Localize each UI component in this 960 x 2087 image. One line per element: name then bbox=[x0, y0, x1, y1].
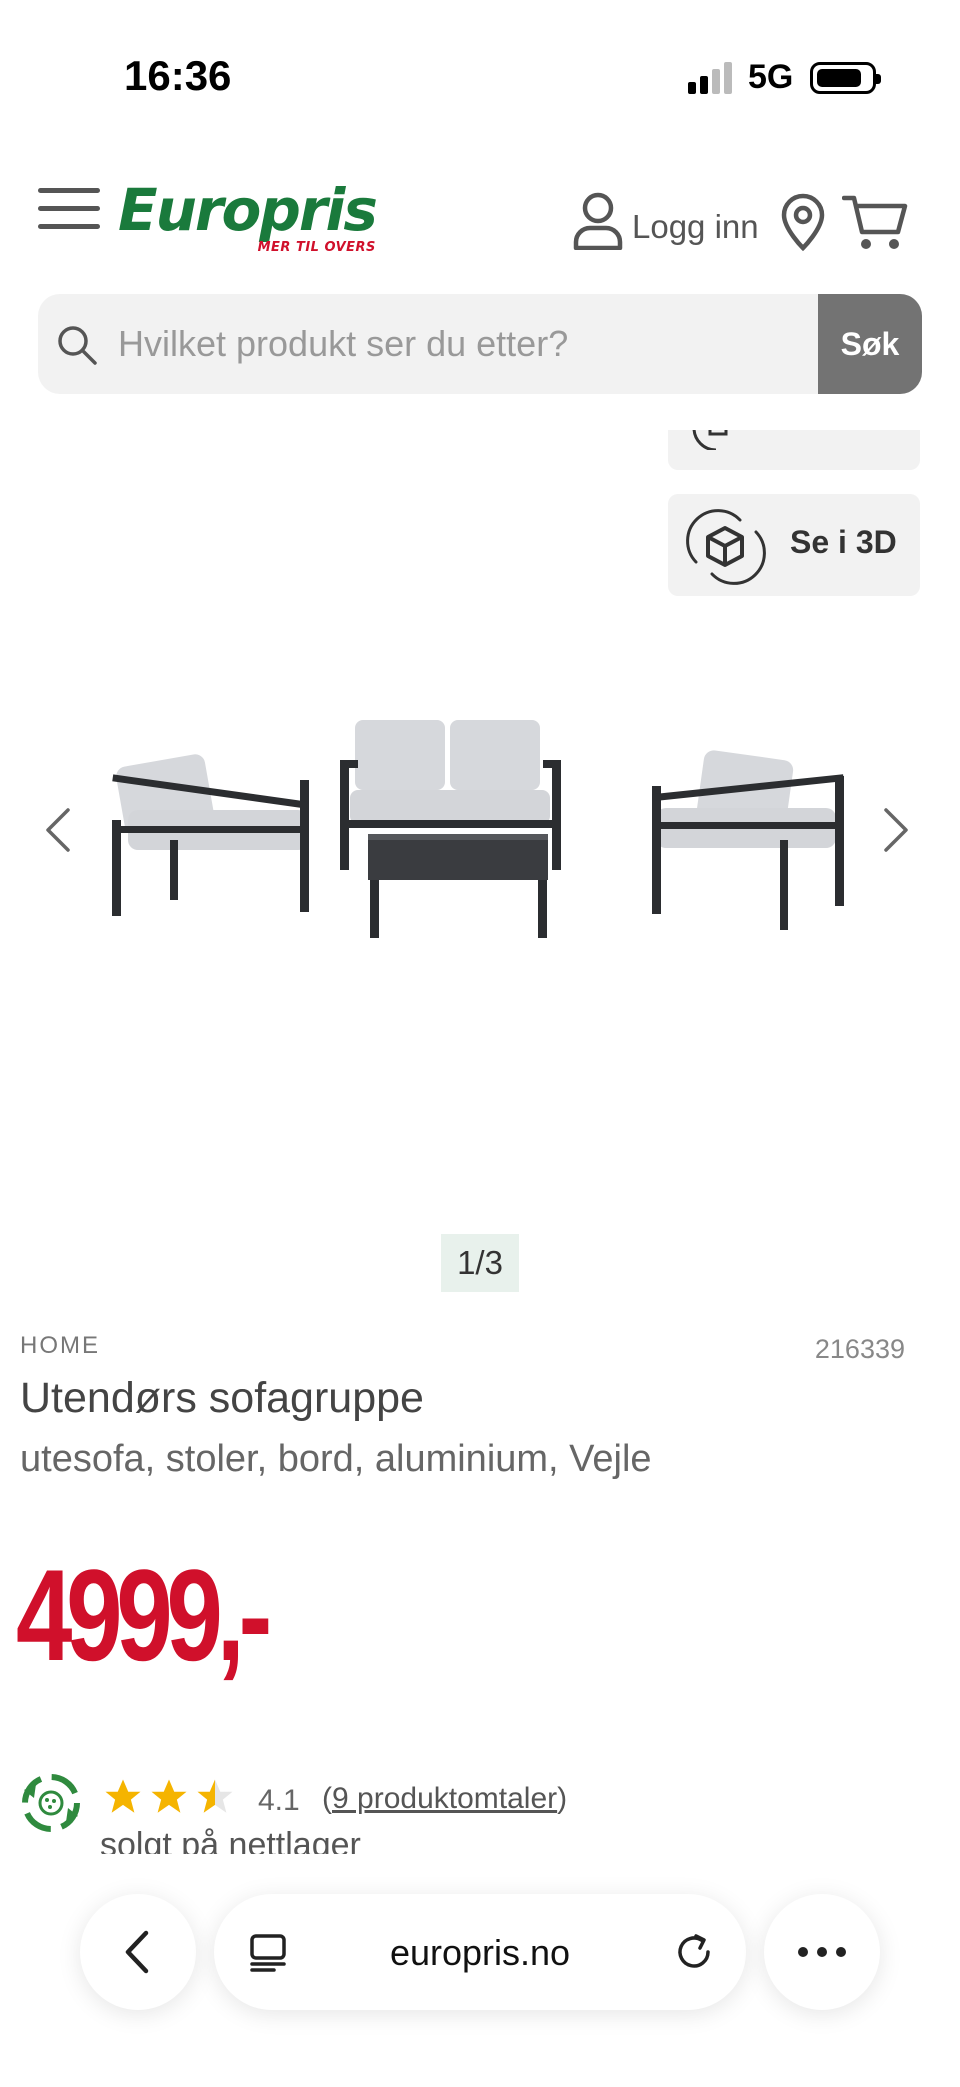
eco-recycle-icon bbox=[22, 1774, 80, 1832]
logo-tagline: MER TIL OVERS bbox=[257, 240, 376, 255]
rating-value: 4.1 bbox=[258, 1784, 300, 1817]
logo-text: Europris bbox=[118, 176, 378, 244]
reviews-link-label: 9 produktomtaler bbox=[332, 1782, 558, 1815]
user-icon bbox=[573, 192, 623, 250]
left-armchair bbox=[112, 754, 309, 916]
rating-stars[interactable] bbox=[102, 1776, 240, 1818]
right-armchair bbox=[652, 750, 844, 930]
cube-3d-icon bbox=[686, 509, 766, 585]
reviews-paren-open: ( bbox=[322, 1782, 332, 1815]
product-subtitle: utesofa, stoler, bord, aluminium, Vejle bbox=[20, 1438, 652, 1480]
view-3d-button[interactable]: Se i 3D bbox=[668, 494, 920, 596]
star-half-icon bbox=[197, 1779, 233, 1813]
search-input[interactable] bbox=[118, 294, 838, 394]
login-button[interactable]: Logg inn bbox=[572, 190, 759, 250]
gallery-counter: 1/3 bbox=[441, 1234, 519, 1292]
product-brand[interactable]: HOME bbox=[20, 1332, 100, 1360]
location-pin-icon[interactable] bbox=[780, 192, 826, 252]
stock-status-text: solgt på nettlager bbox=[100, 1826, 361, 1854]
search-bar: Søk bbox=[38, 294, 922, 394]
battery-icon bbox=[810, 62, 881, 94]
cellular-signal-icon bbox=[688, 62, 736, 94]
gallery-next-arrow-icon[interactable] bbox=[876, 800, 916, 860]
status-time: 16:36 bbox=[124, 52, 232, 99]
chevron-left-icon bbox=[125, 1930, 149, 1974]
product-image-sofa-set[interactable] bbox=[100, 700, 860, 960]
reviews-link[interactable]: (9 produktomtaler) bbox=[322, 1782, 567, 1816]
coffee-table bbox=[368, 834, 548, 938]
more-options-button[interactable] bbox=[764, 1894, 880, 2010]
login-label: Logg inn bbox=[632, 208, 759, 245]
browser-toolbar: europris.no bbox=[0, 1876, 960, 2087]
view-3d-label: Se i 3D bbox=[790, 524, 897, 560]
status-bar: 16:36 5G bbox=[0, 0, 960, 150]
star-full-icon bbox=[105, 1779, 141, 1813]
network-type: 5G bbox=[748, 58, 794, 96]
product-price: 4999,- bbox=[16, 1542, 272, 1688]
url-text: europris.no bbox=[389, 1932, 571, 1973]
reviews-paren-close: ) bbox=[557, 1782, 568, 1815]
search-button[interactable]: Søk bbox=[818, 294, 922, 394]
menu-icon[interactable] bbox=[38, 186, 100, 232]
product-title: Utendørs sofagruppe bbox=[20, 1374, 424, 1422]
star-full-icon bbox=[151, 1779, 187, 1813]
browser-back-button[interactable] bbox=[80, 1894, 196, 2010]
product-sku: 216339 bbox=[814, 1334, 905, 1364]
europris-logo[interactable]: Europris MER TIL OVERS bbox=[118, 176, 378, 255]
cart-icon[interactable] bbox=[842, 192, 908, 252]
address-bar[interactable]: europris.no bbox=[214, 1894, 746, 2010]
search-icon bbox=[58, 326, 97, 365]
site-header: Europris MER TIL OVERS Logg inn bbox=[0, 170, 960, 280]
gallery-option-button-partial[interactable] bbox=[668, 430, 920, 470]
gallery-prev-arrow-icon[interactable] bbox=[38, 800, 78, 860]
product-gallery: Se i 3D 1/3 bbox=[0, 420, 960, 1300]
ellipsis-icon bbox=[798, 1947, 846, 1957]
media-icon bbox=[692, 430, 728, 450]
reload-icon[interactable] bbox=[672, 1930, 716, 1974]
